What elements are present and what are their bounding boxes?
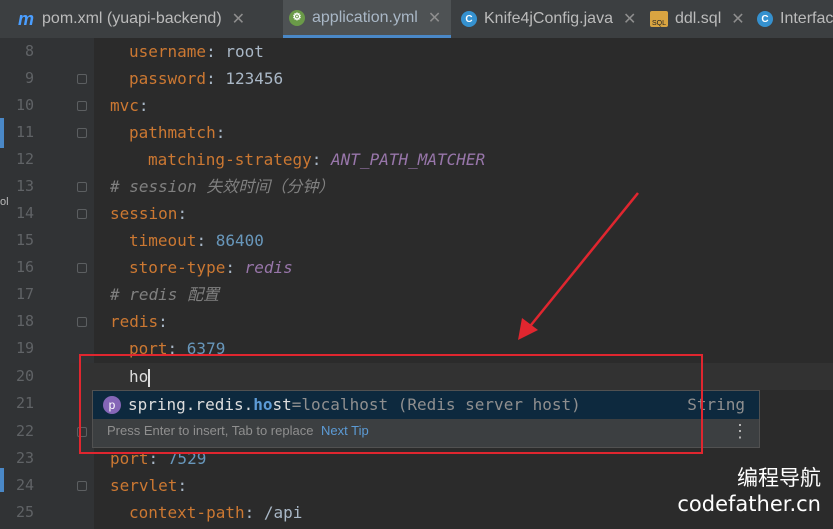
line-number: 19	[15, 339, 34, 357]
editor-tab-bar: m pom.xml (yuapi-backend) ✕ ⚙ applicatio…	[0, 0, 833, 39]
yaml-key: password	[129, 69, 207, 88]
tab-label: Interfac	[780, 10, 833, 27]
yaml-key: context-path	[129, 503, 245, 522]
yaml-comment: # redis 配置	[110, 285, 220, 304]
yaml-key: mvc	[110, 96, 139, 115]
line-number: 12	[15, 150, 34, 168]
fold-marker-icon[interactable]	[77, 317, 87, 327]
tab-label: application.yml	[312, 8, 418, 26]
line-number: 20	[15, 367, 34, 385]
fold-marker-icon[interactable]	[77, 101, 87, 111]
code-line: 10 mvc:	[0, 92, 833, 119]
code-line: 17 # redis 配置	[0, 281, 833, 308]
line-number: 25	[15, 503, 34, 521]
code-line: 11 pathmatch:	[0, 119, 833, 146]
annotation-highlight-box	[79, 354, 703, 454]
line-number: 16	[15, 258, 34, 276]
yaml-value: 86400	[215, 231, 264, 250]
yml-icon: ⚙	[289, 9, 305, 26]
yaml-key: timeout	[129, 231, 197, 250]
tab-application-yml[interactable]: ⚙ application.yml ✕	[283, 0, 452, 38]
tab-pom-xml[interactable]: m pom.xml (yuapi-backend) ✕	[18, 0, 245, 38]
yaml-key: store-type	[129, 258, 226, 277]
yaml-value: root	[225, 42, 264, 61]
line-number: 22	[15, 422, 34, 440]
yaml-key: redis	[110, 312, 159, 331]
class-icon: C	[461, 11, 477, 27]
fold-marker-icon[interactable]	[77, 74, 87, 84]
fold-marker-icon[interactable]	[77, 481, 87, 491]
class-icon: C	[757, 11, 773, 27]
fold-marker-icon[interactable]	[77, 263, 87, 273]
code-line: 12 matching-strategy: ANT_PATH_MATCHER	[0, 146, 833, 173]
maven-icon: m	[18, 8, 35, 29]
line-number: 23	[15, 449, 34, 467]
sql-icon: SQL	[650, 11, 668, 27]
code-line: 15 timeout: 86400	[0, 227, 833, 254]
line-number: 17	[15, 285, 34, 303]
yaml-key: username	[129, 42, 207, 61]
code-line: 8 username: root	[0, 38, 833, 65]
code-line: 13 # session 失效时间（分钟）	[0, 173, 833, 200]
code-line: 9 password: 123456	[0, 65, 833, 92]
code-line: 14 session:	[0, 200, 833, 227]
yaml-value: ANT_PATH_MATCHER	[331, 150, 486, 169]
line-number: 21	[15, 394, 34, 412]
fold-marker-icon[interactable]	[77, 209, 87, 219]
line-number: 11	[15, 123, 34, 141]
yaml-key: matching-strategy	[148, 150, 312, 169]
tab-knife4jconfig-java[interactable]: C Knife4jConfig.java ✕	[461, 0, 636, 38]
yaml-value: 123456	[225, 69, 284, 88]
yaml-key: servlet	[110, 476, 178, 495]
watermark-url: codefather.cn	[677, 492, 821, 516]
line-number: 14	[15, 204, 34, 222]
line-number: 18	[15, 312, 34, 330]
tab-label: pom.xml (yuapi-backend)	[42, 10, 222, 27]
more-options-icon[interactable]: ⋮	[731, 423, 749, 441]
yaml-value: redis	[244, 258, 293, 277]
line-number: 10	[15, 96, 34, 114]
tab-label: ddl.sql	[675, 10, 722, 27]
line-number: 8	[24, 42, 34, 60]
tab-interface[interactable]: C Interfac	[757, 0, 833, 38]
yaml-comment: # session 失效时间（分钟）	[110, 177, 335, 196]
code-line: 16 store-type: redis	[0, 254, 833, 281]
close-icon[interactable]: ✕	[232, 9, 245, 29]
fold-marker-icon[interactable]	[77, 182, 87, 192]
close-icon[interactable]: ✕	[731, 9, 744, 29]
line-number: 13	[15, 177, 34, 195]
line-number: 24	[15, 476, 34, 494]
yaml-key: session	[110, 204, 178, 223]
yaml-value: /api	[263, 503, 303, 522]
close-icon[interactable]: ✕	[623, 9, 636, 29]
code-line: 18 redis:	[0, 308, 833, 335]
watermark-title: 编程导航	[737, 466, 821, 490]
tab-ddl-sql[interactable]: SQL ddl.sql ✕	[650, 0, 745, 38]
close-icon[interactable]: ✕	[428, 8, 441, 28]
fold-marker-icon[interactable]	[77, 128, 87, 138]
line-number: 9	[24, 69, 34, 87]
line-number: 15	[15, 231, 34, 249]
yaml-key: pathmatch	[129, 123, 216, 142]
tab-label: Knife4jConfig.java	[484, 10, 613, 27]
